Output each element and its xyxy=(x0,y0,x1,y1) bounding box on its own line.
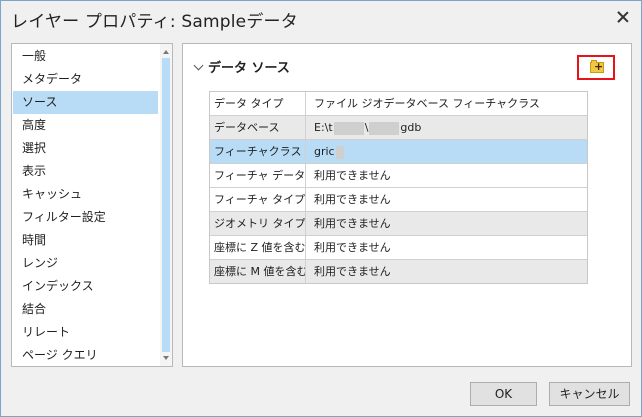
db-path-part: gdb xyxy=(400,121,422,134)
table-row[interactable]: フィーチャクラス gric xyxy=(210,140,587,164)
data-source-table: データ タイプ ファイル ジオデータベース フィーチャクラス データベース E:… xyxy=(209,91,588,284)
folder-add-icon: + xyxy=(590,60,604,73)
sidebar-item-range[interactable]: レンジ xyxy=(13,252,158,275)
scroll-down-icon[interactable] xyxy=(160,352,172,364)
add-data-source-button[interactable]: + xyxy=(577,55,615,80)
row-label: フィーチャ タイプ xyxy=(210,188,306,211)
layer-properties-dialog: レイヤー プロパティ: Sampleデータ 一般 メタデータ ソース 高度 選択… xyxy=(0,0,642,417)
table-row[interactable]: ジオメトリ タイプ 利用できません xyxy=(210,212,587,236)
cancel-button[interactable]: キャンセル xyxy=(549,382,630,406)
row-label: フィーチャ データセット xyxy=(210,164,306,187)
row-value: 利用できません xyxy=(314,265,391,278)
sidebar-item-metadata[interactable]: メタデータ xyxy=(13,68,158,91)
sidebar: 一般 メタデータ ソース 高度 選択 表示 キャッシュ フィルター設定 時間 レ… xyxy=(11,43,173,367)
row-value: 利用できません xyxy=(314,169,391,182)
featureclass-name: gric xyxy=(314,145,335,158)
row-value: E:\t \ gdb xyxy=(307,116,421,139)
db-path-part: E:\t xyxy=(314,121,333,134)
source-panel: データ ソース + データ タイプ ファイル ジオデータベース フィーチャクラス… xyxy=(182,43,632,367)
sidebar-item-cache[interactable]: キャッシュ xyxy=(13,183,158,206)
sidebar-item-display[interactable]: 表示 xyxy=(13,160,158,183)
db-path-part: \ xyxy=(364,121,369,134)
table-row[interactable]: 座標に M 値を含む 利用できません xyxy=(210,260,587,283)
row-label: フィーチャクラス xyxy=(210,140,306,163)
row-label: 座標に Z 値を含む xyxy=(210,236,306,259)
table-row[interactable]: 座標に Z 値を含む 利用できません xyxy=(210,236,587,260)
section-title: データ ソース xyxy=(208,61,290,76)
row-value: ファイル ジオデータベース フィーチャクラス xyxy=(314,97,540,110)
redacted-block xyxy=(335,145,344,159)
redacted-block xyxy=(333,121,364,135)
row-label: データ タイプ xyxy=(210,92,306,115)
sidebar-item-selection[interactable]: 選択 xyxy=(13,137,158,160)
row-label: データベース xyxy=(210,116,306,139)
scroll-up-icon[interactable] xyxy=(160,46,172,58)
sidebar-scrollbar[interactable] xyxy=(160,44,172,366)
window-title: レイヤー プロパティ: Sampleデータ xyxy=(11,12,298,32)
row-label: 座標に M 値を含む xyxy=(210,260,306,283)
sidebar-item-relates[interactable]: リレート xyxy=(13,321,158,344)
sidebar-item-definition-query[interactable]: フィルター設定 xyxy=(13,206,158,229)
row-value: gric xyxy=(307,140,345,163)
sidebar-item-joins[interactable]: 結合 xyxy=(13,298,158,321)
scrollbar-thumb[interactable] xyxy=(162,58,170,352)
sidebar-item-indexes[interactable]: インデックス xyxy=(13,275,158,298)
sidebar-item-source[interactable]: ソース xyxy=(13,91,158,114)
title-bar: レイヤー プロパティ: Sampleデータ xyxy=(1,1,641,35)
sidebar-item-time[interactable]: 時間 xyxy=(13,229,158,252)
redacted-block xyxy=(369,121,400,135)
sidebar-item-general[interactable]: 一般 xyxy=(13,45,158,68)
ok-button[interactable]: OK xyxy=(470,382,537,406)
sidebar-item-page-query[interactable]: ページ クエリ xyxy=(13,344,158,366)
table-row[interactable]: データ タイプ ファイル ジオデータベース フィーチャクラス xyxy=(210,92,587,116)
chevron-down-icon xyxy=(193,60,204,71)
row-label: ジオメトリ タイプ xyxy=(210,212,306,235)
row-value: 利用できません xyxy=(314,241,391,254)
table-row[interactable]: フィーチャ データセット 利用できません xyxy=(210,164,587,188)
row-value: 利用できません xyxy=(314,193,391,206)
sidebar-item-elevation[interactable]: 高度 xyxy=(13,114,158,137)
data-source-section-header[interactable]: データ ソース xyxy=(193,57,290,76)
row-value: 利用できません xyxy=(314,217,391,230)
table-row[interactable]: フィーチャ タイプ 利用できません xyxy=(210,188,587,212)
table-row[interactable]: データベース E:\t \ gdb xyxy=(210,116,587,140)
close-icon[interactable] xyxy=(615,9,631,25)
